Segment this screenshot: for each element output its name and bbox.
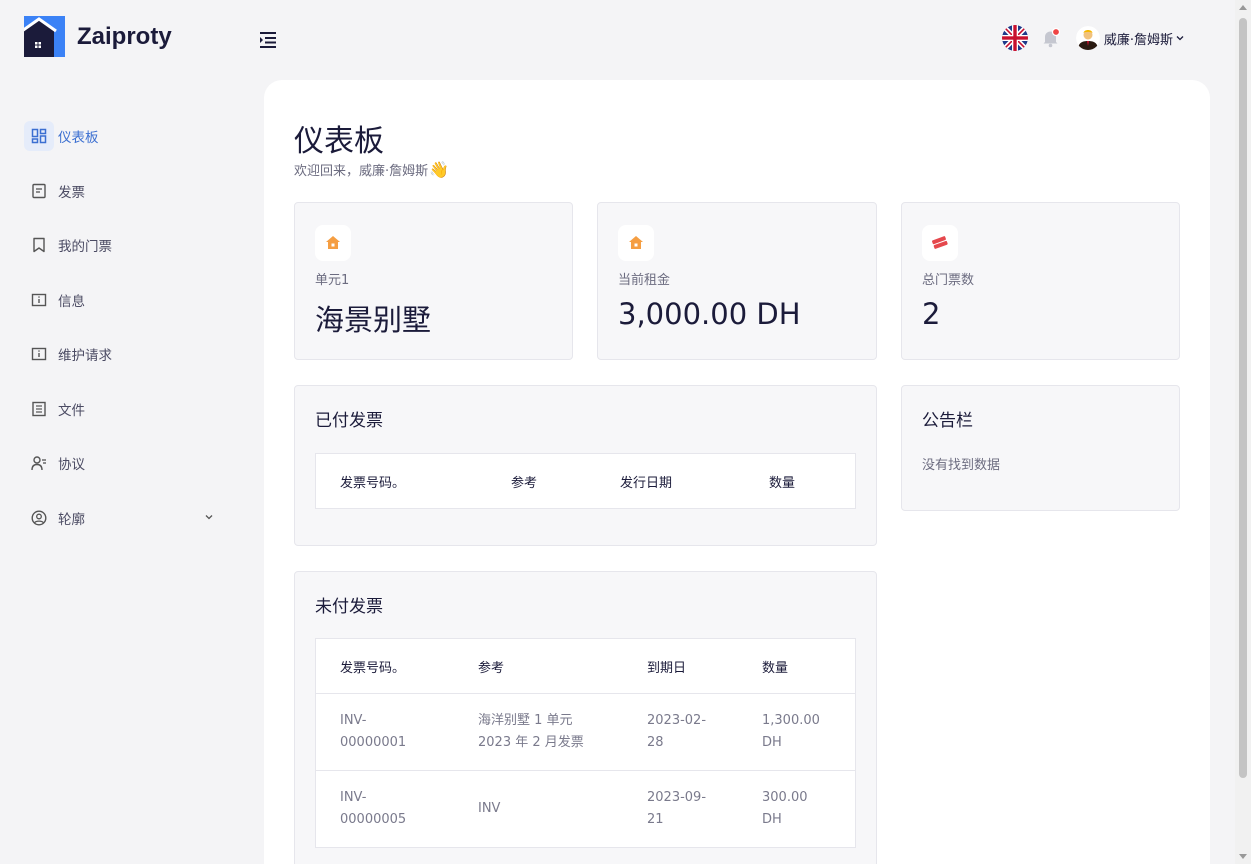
- sidebar-item-label: 轮廓: [58, 511, 85, 528]
- waving-hand-icon: 👋: [429, 160, 450, 179]
- stat-label: 单元1: [315, 273, 350, 288]
- dashboard-icon: [24, 121, 54, 151]
- sidebar-item-maintenance[interactable]: 维护请求: [24, 336, 224, 372]
- scrollbar-thumb[interactable]: [1239, 18, 1247, 778]
- column-header: 数量: [762, 660, 789, 676]
- sidebar-item-label: 发票: [58, 184, 85, 201]
- sidebar-item-label: 我的门票: [58, 239, 112, 255]
- invoice-due-date: 2023-09- 21: [647, 790, 707, 827]
- notification-bell-icon[interactable]: [1040, 27, 1062, 49]
- invoice-number[interactable]: INV- 00000005: [340, 787, 406, 831]
- welcome-message: 欢迎回来，威廉·詹姆斯 👋: [294, 160, 449, 179]
- stat-card-rent: 当前租金 3,000.00 DH: [597, 202, 877, 360]
- user-menu[interactable]: 威廉·詹姆斯: [1075, 26, 1185, 50]
- page-scrollbar[interactable]: [1235, 0, 1251, 864]
- stat-value: 2: [922, 297, 941, 331]
- welcome-text: 欢迎回来，威廉·詹姆斯: [294, 164, 429, 179]
- sidebar-item-label: 维护请求: [58, 348, 112, 364]
- paid-invoices-table: 发票号码。 参考 发行日期 数量: [315, 453, 856, 509]
- sidebar-nav: 仪表板 发票 我的门票 信息 维护请求 文件 协议 轮廓: [24, 118, 224, 554]
- info-icon: [24, 285, 54, 315]
- invoice-due-date: 2023-02- 28: [647, 713, 707, 750]
- app-name: Zaiproty: [77, 22, 172, 50]
- card-title: 未付发票: [315, 597, 383, 617]
- home-icon: [618, 225, 654, 261]
- column-header: 发票号码。: [340, 476, 406, 491]
- agreement-icon: [24, 448, 54, 478]
- profile-icon: [24, 503, 54, 533]
- column-header: 参考: [511, 476, 538, 491]
- column-header: 参考: [478, 660, 505, 676]
- tickets-icon: [922, 225, 958, 261]
- sidebar-item-label: 文件: [58, 402, 85, 419]
- sidebar-item-dashboard[interactable]: 仪表板: [24, 118, 224, 154]
- stat-value: 3,000.00 DH: [618, 297, 801, 331]
- column-header: 发行日期: [620, 476, 673, 491]
- paid-invoices-card: 已付发票 发票号码。 参考 发行日期 数量: [294, 385, 877, 546]
- ticket-icon: [24, 230, 54, 260]
- menu-toggle-icon[interactable]: [258, 30, 278, 50]
- card-title: 已付发票: [315, 411, 383, 431]
- column-header: 发票号码。: [340, 660, 406, 676]
- stat-value: 海景别墅: [315, 303, 432, 337]
- app-logo[interactable]: Zaiproty: [24, 16, 172, 57]
- topbar-actions: 威廉·詹姆斯: [1001, 25, 1185, 51]
- stat-label: 总门票数: [922, 273, 975, 288]
- table-row[interactable]: INV- 00000005 INV 2023-09- 21 300.00 DH: [316, 771, 855, 848]
- table-row[interactable]: INV- 00000001 海洋别墅 1 单元 2023 年 2 月发票 202…: [316, 694, 855, 771]
- sidebar-item-profile[interactable]: 轮廓: [24, 500, 224, 536]
- maintenance-icon: [24, 339, 54, 369]
- invoice-number[interactable]: INV- 00000001: [340, 710, 406, 754]
- avatar: [1075, 26, 1100, 50]
- home-icon: [315, 225, 351, 261]
- scroll-down-arrow-icon[interactable]: [1239, 854, 1247, 859]
- house-logo-icon: [24, 16, 65, 57]
- chevron-down-icon: [1176, 36, 1184, 41]
- sidebar-item-my-tickets[interactable]: 我的门票: [24, 227, 224, 263]
- column-header: 数量: [769, 476, 796, 491]
- column-header: 到期日: [647, 660, 687, 676]
- empty-state: 没有找到数据: [922, 458, 1001, 473]
- main-content: 仪表板 欢迎回来，威廉·詹姆斯 👋 单元1 海景别墅 当前租金 3,000.00…: [264, 80, 1210, 864]
- invoice-icon: [24, 176, 54, 206]
- sidebar-item-label: 信息: [58, 293, 85, 310]
- sidebar-item-agreements[interactable]: 协议: [24, 445, 224, 481]
- notice-board-card: 公告栏 没有找到数据: [901, 385, 1180, 511]
- sidebar-item-invoices[interactable]: 发票: [24, 173, 224, 209]
- unpaid-invoices-card: 未付发票 发票号码。 参考 到期日 数量 INV- 00000001 海洋别墅 …: [294, 571, 877, 864]
- sidebar-item-label: 协议: [58, 457, 85, 473]
- invoice-amount: 1,300.00 DH: [762, 713, 820, 750]
- chevron-down-icon: [205, 514, 213, 519]
- scroll-up-arrow-icon[interactable]: [1239, 5, 1247, 10]
- uk-flag-icon[interactable]: [1001, 25, 1028, 51]
- unpaid-invoices-table: 发票号码。 参考 到期日 数量 INV- 00000001 海洋别墅 1 单元 …: [315, 638, 856, 848]
- sidebar-item-documents[interactable]: 文件: [24, 391, 224, 427]
- stat-card-tickets: 总门票数 2: [901, 202, 1180, 360]
- stat-label: 当前租金: [618, 273, 671, 288]
- invoice-reference: 海洋别墅 1 单元 2023 年 2 月发票: [478, 713, 584, 750]
- card-title: 公告栏: [922, 411, 973, 431]
- invoice-amount: 300.00 DH: [762, 790, 808, 827]
- stat-card-unit: 单元1 海景别墅: [294, 202, 573, 360]
- user-name: 威廉·詹姆斯: [1103, 32, 1173, 48]
- page-title: 仪表板: [294, 124, 384, 159]
- sidebar-item-label: 仪表板: [58, 130, 99, 146]
- invoice-reference: INV: [478, 801, 501, 816]
- table-header: 发票号码。 参考 到期日 数量: [316, 639, 855, 694]
- table-header: 发票号码。 参考 发行日期 数量: [316, 454, 855, 509]
- document-icon: [24, 394, 54, 424]
- sidebar-item-messages[interactable]: 信息: [24, 282, 224, 318]
